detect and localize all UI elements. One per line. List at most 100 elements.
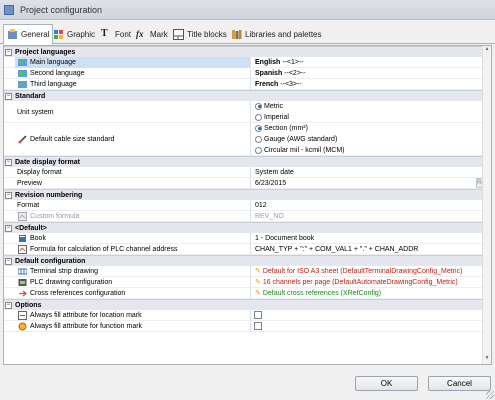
cable-size-label-cell: Default cable size standard <box>15 123 251 156</box>
row-fill-function[interactable]: Always fill attribute for function mark <box>4 321 491 332</box>
collapse-toggle[interactable]: − <box>5 258 12 265</box>
row-unit-system[interactable]: Unit system Metric Imperial <box>4 101 491 123</box>
radio-button[interactable] <box>255 113 262 121</box>
main-language-value-name: English <box>255 59 281 66</box>
ok-button[interactable]: OK <box>355 376 418 391</box>
formula-icon <box>18 245 27 254</box>
section-default-configuration[interactable]: − Default configuration <box>4 255 491 266</box>
row-revision-format[interactable]: Format 012 ▾ <box>4 200 491 211</box>
collapse-toggle[interactable]: − <box>5 93 12 100</box>
row-terminal-strip[interactable]: Terminal strip drawing ✎ Default for ISO… <box>4 266 491 277</box>
fill-function-value <box>254 321 482 332</box>
scroll-down-icon[interactable]: ▼ <box>483 355 491 364</box>
section-options[interactable]: − Options <box>4 299 491 310</box>
tab-title-blocks[interactable]: Title blocks <box>170 24 230 44</box>
row-main-language[interactable]: Main language English --<1>-- ▾ <box>4 57 491 68</box>
tab-bar: General Graphic T Font fx Mark Title blo… <box>0 20 495 45</box>
tab-graphic[interactable]: Graphic <box>50 24 98 44</box>
terminal-strip-icon <box>18 268 27 275</box>
row-plc-formula[interactable]: Formula for calculation of PLC channel a… <box>4 244 491 255</box>
terminal-strip-label-cell: Terminal strip drawing <box>15 266 251 277</box>
radio-circular-mil[interactable]: Circular mil - kcmil (MCM) <box>255 145 482 156</box>
cross-references-value[interactable]: ✎ Default cross references (XRefConfig) <box>254 288 482 299</box>
cancel-button[interactable]: Cancel <box>428 376 491 391</box>
row-third-language[interactable]: Third language French --<3>-- <box>4 79 491 90</box>
custom-formula-label: Custom formula <box>30 213 80 220</box>
tab-general[interactable]: General <box>3 24 54 45</box>
checkbox[interactable] <box>254 311 262 319</box>
plc-drawing-value[interactable]: ✎ 16 channels per page (DefaultAutomateD… <box>254 277 482 288</box>
language-icon <box>18 70 27 77</box>
section-revision-numbering[interactable]: − Revision numbering <box>4 189 491 200</box>
collapse-toggle[interactable]: − <box>5 159 12 166</box>
radio-button[interactable] <box>255 146 262 154</box>
section-date-display-format[interactable]: − Date display format <box>4 156 491 167</box>
row-preview: Preview 6/23/2015 Reset <box>4 178 491 189</box>
location-mark-icon <box>18 311 27 320</box>
plc-drawing-value-text: 16 channels per page (DefaultAutomateDra… <box>262 279 458 286</box>
radio-button[interactable] <box>255 135 262 143</box>
collapse-toggle[interactable]: − <box>5 225 12 232</box>
language-icon <box>18 81 27 88</box>
third-language-value-code: --<3>-- <box>278 81 302 88</box>
row-book[interactable]: Book 1 - Document book ▾ <box>4 233 491 244</box>
second-language-label-cell: Second language <box>15 68 251 79</box>
radio-gauge[interactable]: Gauge (AWG standard) <box>255 134 482 145</box>
cross-references-value-text: Default cross references (XRefConfig) <box>262 290 382 297</box>
radio-gauge-label: Gauge (AWG standard) <box>264 136 338 143</box>
tab-libraries-label: Libraries and palettes <box>245 29 322 39</box>
app-icon <box>4 5 14 15</box>
display-format-label: Display format <box>17 169 62 176</box>
revision-format-value[interactable]: 012 <box>254 200 482 211</box>
checkbox[interactable] <box>254 322 262 330</box>
cross-references-label: Cross references configuration <box>30 290 126 297</box>
book-label-cell: Book <box>15 233 251 244</box>
custom-formula-label-cell: Custom formula <box>15 211 251 222</box>
tab-general-label: General <box>21 30 50 39</box>
collapse-toggle[interactable]: − <box>5 192 12 199</box>
radio-button[interactable] <box>255 124 262 132</box>
radio-imperial[interactable]: Imperial <box>255 112 482 123</box>
row-cross-references[interactable]: Cross references configuration ✎ Default… <box>4 288 491 299</box>
section-default[interactable]: − <Default> <box>4 222 491 233</box>
tab-font[interactable]: T Font <box>98 24 134 44</box>
plc-drawing-label-cell: PLC drawing configuration <box>15 277 251 288</box>
radio-metric[interactable]: Metric <box>255 101 482 112</box>
second-language-value-code: --<2>-- <box>282 70 306 77</box>
title-bar: Project configuration <box>0 0 495 20</box>
fill-function-label: Always fill attribute for function mark <box>30 323 143 330</box>
display-format-value[interactable]: System date <box>254 167 482 178</box>
row-fill-location[interactable]: Always fill attribute for location mark <box>4 310 491 321</box>
scroll-up-icon[interactable]: ▲ <box>483 46 491 55</box>
collapse-toggle[interactable]: − <box>5 302 12 309</box>
radio-section[interactable]: Section (mm²) <box>255 123 482 134</box>
property-grid: − Project languages Main language Englis… <box>3 45 492 365</box>
book-value[interactable]: 1 - Document book <box>254 233 482 244</box>
terminal-strip-value[interactable]: ✎ Default for ISO A3 sheet (DefaultTermi… <box>254 266 482 277</box>
radio-circular-mil-label: Circular mil - kcmil (MCM) <box>264 147 345 154</box>
row-second-language[interactable]: Second language Spanish --<2>-- <box>4 68 491 79</box>
function-mark-icon <box>18 322 27 331</box>
dialog-footer: OK Cancel <box>0 365 495 400</box>
row-plc-drawing[interactable]: PLC drawing configuration ✎ 16 channels … <box>4 277 491 288</box>
font-icon: T <box>101 27 108 39</box>
row-display-format[interactable]: Display format System date ▾ <box>4 167 491 178</box>
resize-grip[interactable] <box>486 391 494 399</box>
tab-libraries[interactable]: Libraries and palettes <box>228 24 325 44</box>
radio-button[interactable] <box>255 102 262 110</box>
tab-mark[interactable]: fx Mark <box>133 24 171 44</box>
main-language-value[interactable]: English --<1>-- <box>254 57 482 68</box>
row-cable-size[interactable]: Default cable size standard Section (mm²… <box>4 123 491 156</box>
radio-section-label: Section (mm²) <box>264 125 308 132</box>
third-language-value[interactable]: French --<3>-- <box>254 79 482 90</box>
collapse-toggle[interactable]: − <box>5 49 12 56</box>
terminal-strip-label: Terminal strip drawing <box>30 268 99 275</box>
plc-icon <box>18 279 27 286</box>
third-language-label-cell: Third language <box>15 79 251 90</box>
plc-formula-value[interactable]: CHAN_TYP + ":" + COM_VAL1 + "." + CHAN_A… <box>254 244 482 255</box>
terminal-strip-value-text: Default for ISO A3 sheet (DefaultTermina… <box>262 268 463 275</box>
second-language-value[interactable]: Spanish --<2>-- <box>254 68 482 79</box>
vertical-scrollbar[interactable]: ▲ ▼ <box>482 46 491 364</box>
section-standard[interactable]: − Standard <box>4 90 491 101</box>
section-project-languages[interactable]: − Project languages <box>4 46 491 57</box>
